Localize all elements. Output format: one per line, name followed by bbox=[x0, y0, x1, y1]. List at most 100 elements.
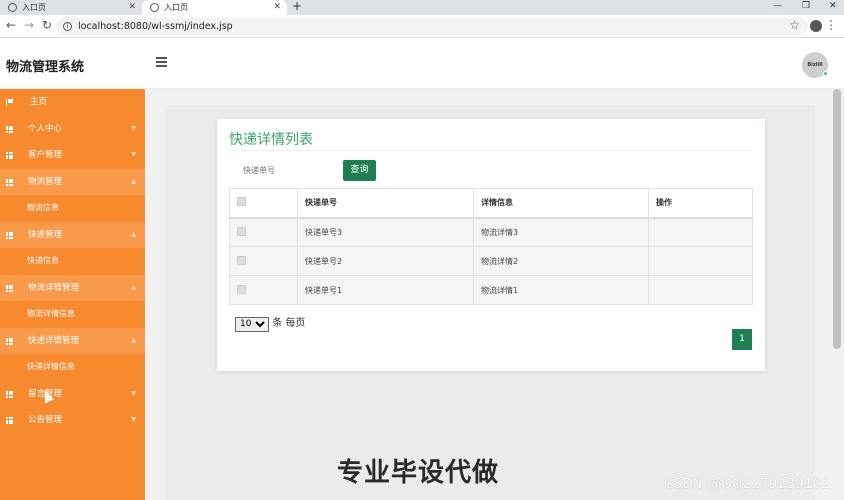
sidebar-item-announcements[interactable]: 公告管理 ▼ bbox=[0, 407, 145, 434]
online-status-icon bbox=[823, 71, 828, 76]
chevron-up-icon: ▲ bbox=[131, 230, 136, 238]
globe-icon bbox=[8, 3, 17, 12]
sidebar-item-messages[interactable]: 留言管理 ▼ bbox=[0, 381, 145, 408]
search-input[interactable] bbox=[235, 160, 341, 181]
row-select-cell bbox=[229, 246, 298, 276]
browser-tab[interactable]: 入口页 ✕ bbox=[0, 0, 142, 15]
browser-tabstrip: 入口页 ✕ 入口页 ✕ + — ❐ ✕ bbox=[0, 0, 844, 15]
restore-icon[interactable]: ❐ bbox=[802, 0, 810, 13]
tab-title: 入口页 bbox=[22, 3, 46, 12]
search-button[interactable]: 查询 bbox=[343, 160, 376, 181]
app-header: 物流管理系统 Bizlill bbox=[0, 39, 844, 89]
sidebar-subitem-express-info[interactable]: 快递信息 bbox=[0, 248, 145, 275]
sidebar-subitem-logistics-detail-info[interactable]: 物流详情信息 bbox=[0, 301, 145, 328]
sidebar-item-label: 客户管理 bbox=[28, 150, 63, 160]
browser-tab-active[interactable]: 入口页 ✕ bbox=[142, 0, 287, 15]
forward-icon[interactable]: → bbox=[24, 18, 34, 32]
url-text: localhost:8080/wl-ssmj/index.jsp bbox=[78, 21, 233, 32]
hamburger-icon[interactable] bbox=[156, 57, 167, 69]
sidebar-item-label: 快递管理 bbox=[28, 229, 63, 240]
column-header[interactable]: 快递单号 bbox=[297, 188, 474, 219]
info-icon[interactable]: i bbox=[63, 22, 72, 31]
sidebar-item-profile[interactable]: 个人中心 ▼ bbox=[0, 116, 145, 143]
grid-icon bbox=[6, 337, 13, 345]
close-icon[interactable]: ✕ bbox=[128, 0, 136, 15]
app-title: 物流管理系统 bbox=[6, 60, 85, 75]
row-select-cell bbox=[229, 275, 298, 305]
grid-icon bbox=[6, 417, 13, 424]
sidebar-item-label: 主页 bbox=[30, 97, 48, 107]
row-checkbox[interactable] bbox=[237, 226, 246, 236]
table-row[interactable]: 快递单号3 物流详情3 bbox=[229, 217, 753, 247]
grid-icon bbox=[6, 390, 13, 398]
chevron-up-icon: ▲ bbox=[131, 283, 136, 291]
sidebar-item-logistics-detail[interactable]: 物流详情管理 ▲ bbox=[0, 274, 145, 301]
new-tab-icon[interactable]: + bbox=[292, 0, 302, 13]
sidebar: 主页 个人中心 ▼ 客户管理 ▼ 物流管理 ▲ 物流信息 快递管理 ▲ 快递信息… bbox=[0, 89, 145, 500]
close-icon[interactable]: ✕ bbox=[273, 0, 281, 15]
table-row[interactable]: 快递单号2 物流详情2 bbox=[229, 246, 753, 276]
chevron-up-icon: ▲ bbox=[131, 177, 136, 185]
page-title: 快递详情列表 bbox=[229, 132, 313, 148]
select-all-cell bbox=[229, 188, 298, 219]
divider bbox=[229, 150, 753, 151]
page-size-label: 条 每页 bbox=[272, 318, 306, 329]
select-all-checkbox[interactable] bbox=[237, 197, 246, 207]
chevron-down-icon: ▼ bbox=[131, 124, 136, 132]
grid-icon bbox=[6, 231, 13, 239]
grid-icon bbox=[6, 152, 13, 159]
page-size-select[interactable]: 10 bbox=[235, 316, 269, 332]
table-header-row: 快递单号 详情信息 操作 bbox=[229, 188, 753, 219]
action-cell bbox=[648, 217, 753, 247]
minimize-icon[interactable]: — bbox=[773, 0, 782, 13]
sidebar-item-label: 公告管理 bbox=[28, 415, 63, 425]
row-checkbox[interactable] bbox=[237, 284, 246, 294]
express-number-cell: 快递单号2 bbox=[297, 246, 474, 276]
row-checkbox[interactable] bbox=[237, 255, 246, 265]
address-bar: ← → ↻ i localhost:8080/wl-ssmj/index.jsp… bbox=[0, 15, 844, 38]
column-header: 操作 bbox=[648, 188, 753, 219]
url-field[interactable]: i localhost:8080/wl-ssmj/index.jsp bbox=[56, 18, 808, 35]
sidebar-subitem-logistics-info[interactable]: 物流信息 bbox=[0, 195, 145, 222]
column-header[interactable]: 详情信息 bbox=[473, 188, 649, 219]
grid-icon bbox=[6, 178, 13, 186]
credit-watermark: CSDN @QQ2279239102 bbox=[664, 477, 831, 492]
express-number-cell: 快递单号1 bbox=[297, 275, 474, 305]
action-cell bbox=[648, 246, 753, 276]
back-icon[interactable]: ← bbox=[6, 18, 16, 32]
sidebar-subitem-express-detail-info[interactable]: 快递详情信息 bbox=[0, 354, 145, 381]
page-size-control: 10 条 每页 bbox=[235, 314, 305, 332]
action-cell bbox=[648, 275, 753, 305]
detail-cell: 物流详情2 bbox=[473, 246, 649, 276]
grid-icon bbox=[6, 284, 13, 292]
watermark-text: 专业毕设代做 bbox=[337, 458, 500, 488]
profile-icon[interactable] bbox=[810, 20, 822, 32]
pagination-page-button[interactable]: 1 bbox=[732, 329, 752, 350]
data-table: 快递单号 详情信息 操作 快递单号3 物流详情3 快递单号2 物流详情2 快递单… bbox=[229, 188, 753, 305]
scrollbar[interactable] bbox=[830, 89, 844, 500]
sidebar-item-label: 物流管理 bbox=[28, 176, 63, 187]
sidebar-item-logistics[interactable]: 物流管理 ▲ bbox=[0, 168, 145, 195]
chevron-down-icon: ▼ bbox=[131, 389, 136, 397]
window-close-icon[interactable]: ✕ bbox=[829, 0, 837, 13]
bookmark-star-icon[interactable]: ☆ bbox=[789, 18, 800, 32]
sidebar-item-express[interactable]: 快递管理 ▲ bbox=[0, 221, 145, 248]
menu-kebab-icon[interactable]: ⋮ bbox=[825, 18, 837, 32]
sidebar-item-label: 物流详情管理 bbox=[28, 282, 80, 293]
chevron-down-icon: ▼ bbox=[131, 151, 136, 158]
table-row[interactable]: 快递单号1 物流详情1 bbox=[229, 275, 753, 305]
scrollbar-thumb[interactable] bbox=[833, 89, 841, 349]
flag-icon bbox=[6, 99, 13, 106]
globe-icon bbox=[150, 3, 159, 12]
sidebar-item-customers[interactable]: 客户管理 ▼ bbox=[0, 142, 145, 169]
grid-icon bbox=[6, 125, 13, 133]
chevron-up-icon: ▲ bbox=[131, 336, 136, 344]
sidebar-item-home[interactable]: 主页 bbox=[0, 89, 145, 116]
reload-icon[interactable]: ↻ bbox=[42, 18, 52, 32]
sidebar-item-express-detail[interactable]: 快递详情管理 ▲ bbox=[0, 327, 145, 354]
row-select-cell bbox=[229, 217, 298, 247]
express-number-cell: 快递单号3 bbox=[297, 217, 474, 247]
avatar[interactable]: Bizlill bbox=[802, 52, 828, 78]
avatar-text: Bizlill bbox=[807, 62, 823, 68]
detail-cell: 物流详情1 bbox=[473, 275, 649, 305]
